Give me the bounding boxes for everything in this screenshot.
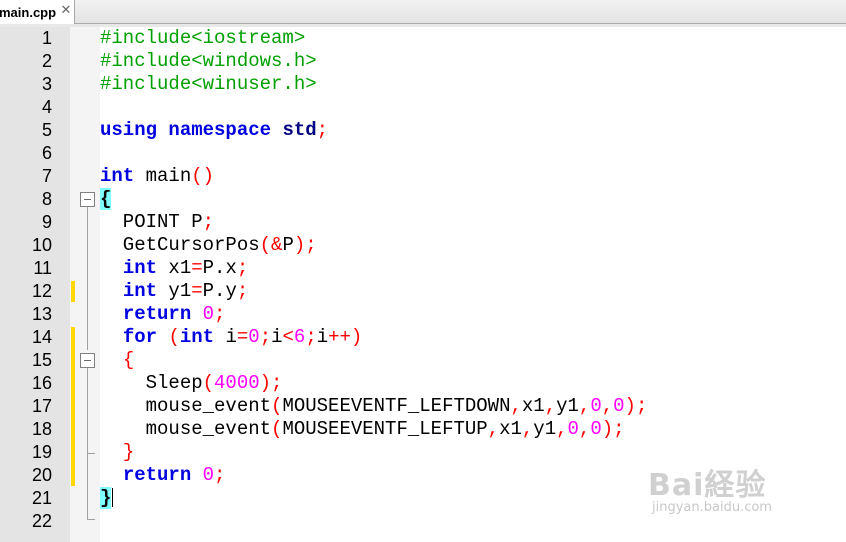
code-line: mouse_event(MOUSEEVENTF_LEFTUP,x1,y1,0,0… [100,418,625,440]
watermark-url: jingyan.baidu.com [652,500,772,515]
tab-bar: main.cpp ✕ [0,0,846,24]
code-line: #include<windows.h> [100,50,317,73]
line-number: 16 [31,373,52,393]
line-number: 15 [31,350,52,370]
code-line: } [122,441,135,463]
line-number: 13 [31,304,52,324]
code-line: #include<iostream> [100,27,305,50]
code-line: int y1=P.y; [122,280,249,302]
code-line: int main() [100,165,215,187]
code-line: POINT P; [100,211,215,233]
code-line: using namespace std; [100,119,329,141]
line-number: 20 [31,465,52,485]
include-directive: #include<winuser.h> [100,73,317,95]
matched-brace: } [100,487,112,509]
line-number: 2 [41,51,52,71]
line-number: 11 [33,258,52,278]
fold-end-marker [87,519,95,520]
line-number: 22 [31,511,52,531]
watermark-logo: Bai経验 [648,468,767,503]
line-number: 18 [31,419,52,439]
code-line: return 0; [122,303,226,325]
code-line: { [122,349,135,371]
code-line: Sleep(4000); [100,372,283,394]
code-line: int x1=P.x; [122,257,249,279]
code-line: } [100,487,114,510]
line-number: 7 [41,166,52,186]
fold-line [87,207,88,350]
fold-collapse-icon[interactable] [80,192,95,207]
include-directive: #include<windows.h> [100,50,317,72]
matched-brace: { [100,188,112,210]
code-line: { [100,188,112,211]
include-directive: #include<iostream> [100,27,306,49]
line-number: 14 [31,327,52,347]
code-line: return 0; [122,464,226,486]
line-number: 5 [41,120,52,140]
line-number: 4 [41,97,52,117]
code-line: mouse_event(MOUSEEVENTF_LEFTDOWN,x1,y1,0… [100,395,648,417]
change-marker [71,327,75,486]
code-line: for (int i=0;i<6;i++) [122,326,363,348]
code-line: GetCursorPos(&P); [100,234,317,256]
line-number: 6 [41,143,52,163]
line-number: 1 [41,28,52,48]
line-number: 17 [31,396,52,416]
line-number: 9 [41,212,52,232]
fold-line [87,368,88,520]
text-cursor [112,488,114,508]
line-number: 19 [31,442,52,462]
change-marker [71,281,75,302]
line-number: 12 [31,281,52,301]
close-icon[interactable]: ✕ [59,4,73,18]
line-number: 21 [31,488,52,508]
tab-filename: main.cpp [0,4,57,20]
watermark: Bai経验 jingyan.baidu.com [648,460,808,522]
line-number: 3 [41,74,52,94]
file-tab-main-cpp[interactable]: main.cpp ✕ [0,0,75,24]
fold-collapse-icon[interactable] [80,353,95,368]
line-number: 8 [41,189,52,209]
fold-end-marker [87,453,95,454]
code-line: #include<winuser.h> [100,73,317,96]
line-number: 10 [31,235,52,255]
